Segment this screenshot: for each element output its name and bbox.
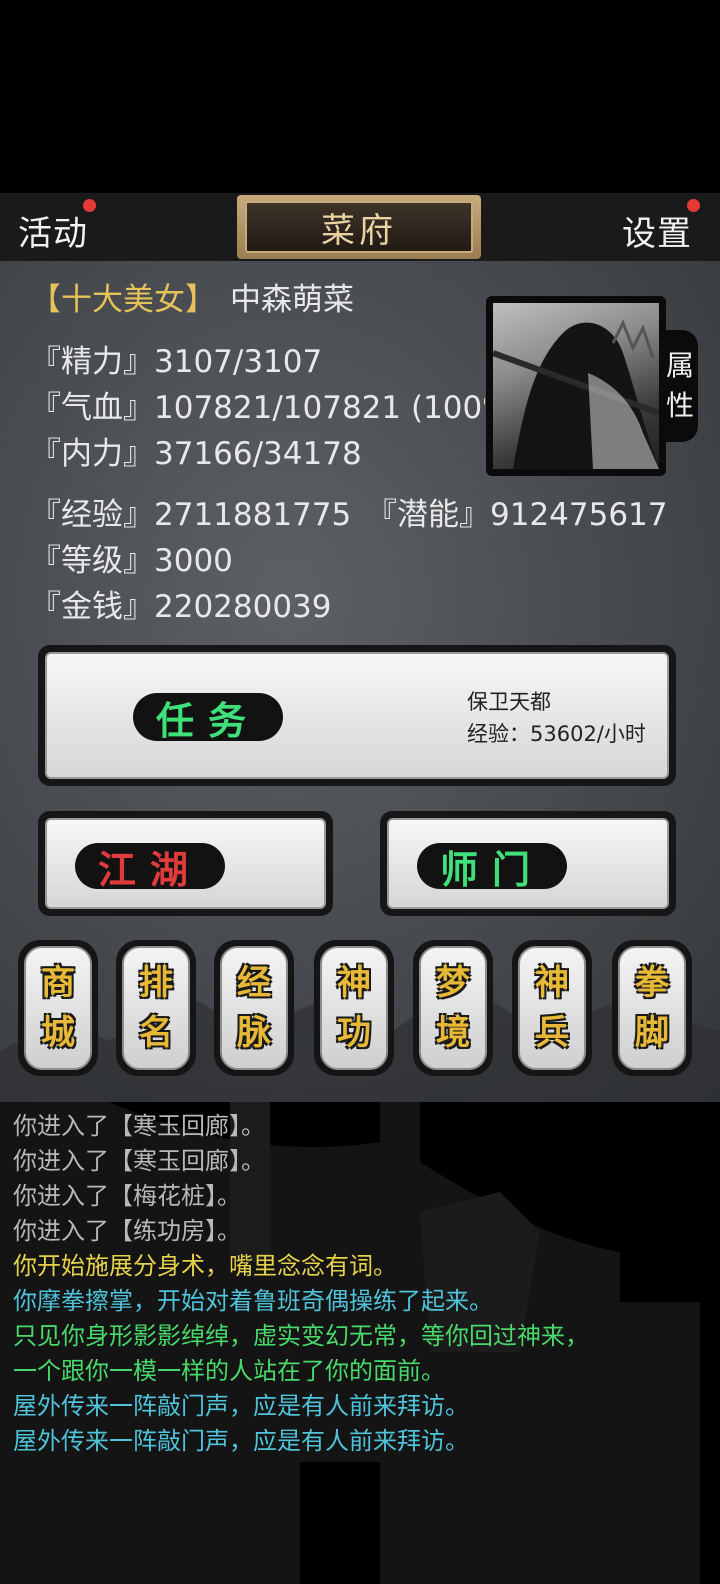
- log-line-3: 你进入了【梅花桩】。: [13, 1182, 241, 1210]
- quest-exp-rate: 经验：53602/小时: [467, 722, 646, 746]
- potential-stat: 『潜能』912475617: [366, 497, 668, 533]
- jianghu-label: 江湖: [75, 843, 225, 892]
- log-line-5: 你开始施展分身术，嘴里念念有词。: [13, 1252, 397, 1280]
- money-stat: 『金钱』220280039: [30, 589, 332, 625]
- menu-ranking-button[interactable]: 排名: [116, 940, 196, 1076]
- shimen-label: 师门: [417, 843, 567, 892]
- character-rank: 【十大美女】: [30, 282, 216, 318]
- settings-button[interactable]: 设置: [622, 206, 692, 255]
- log-line-6: 你摩拳擦掌，开始对着鲁班奇偶操练了起来。: [13, 1287, 493, 1315]
- menu-divine-skill-button[interactable]: 神功: [314, 940, 394, 1076]
- internal-stat: 『内力』37166/34178: [30, 436, 362, 472]
- quest-button[interactable]: 任务 保卫天都 经验：53602/小时: [38, 645, 676, 786]
- hp-stat: 『气血』107821/107821 (100%): [30, 390, 485, 426]
- log-line-8: 一个跟你一模一样的人站在了你的面前。: [13, 1357, 445, 1385]
- log-line-7: 只见你身形影影绰绰，虚实变幻无常，等你回过神来，: [13, 1322, 589, 1350]
- page-title: 菜府: [245, 201, 473, 253]
- settings-notification-dot: [687, 199, 700, 212]
- energy-stat: 『精力』3107/3107: [30, 344, 323, 380]
- log-line-4: 你进入了【练功房】。: [13, 1217, 241, 1245]
- message-log[interactable]: 你进入了【寒玉回廊】。 你进入了【寒玉回廊】。 你进入了【梅花桩】。 你进入了【…: [0, 1102, 720, 1584]
- level-stat: 『等级』3000: [30, 543, 233, 579]
- activity-notification-dot: [83, 199, 96, 212]
- menu-divine-weapon-button[interactable]: 神兵: [512, 940, 592, 1076]
- menu-shop-button[interactable]: 商城: [18, 940, 98, 1076]
- log-line-2: 你进入了【寒玉回廊】。: [13, 1147, 265, 1175]
- log-line-1: 你进入了【寒玉回廊】。: [13, 1112, 265, 1140]
- current-quest: 保卫天都: [467, 690, 551, 714]
- quest-label: 任务: [133, 693, 283, 743]
- log-line-9: 屋外传来一阵敲门声，应是有人前来拜访。: [13, 1392, 469, 1420]
- log-line-10: 屋外传来一阵敲门声，应是有人前来拜访。: [13, 1427, 469, 1455]
- attributes-tab[interactable]: 属 性: [662, 330, 698, 442]
- character-name: 中森萌菜: [230, 282, 354, 318]
- title-plaque: 菜府: [237, 195, 481, 259]
- exp-stat: 『经验』2711881775: [30, 497, 352, 533]
- menu-fist-button[interactable]: 拳脚: [612, 940, 692, 1076]
- shimen-button[interactable]: 师门: [380, 811, 676, 916]
- jianghu-button[interactable]: 江湖: [38, 811, 333, 916]
- menu-meridian-button[interactable]: 经脉: [214, 940, 294, 1076]
- menu-dream-button[interactable]: 梦境: [413, 940, 493, 1076]
- swordsman-portrait-icon: [493, 319, 659, 469]
- activity-button[interactable]: 活动: [18, 206, 88, 255]
- avatar[interactable]: [486, 296, 666, 476]
